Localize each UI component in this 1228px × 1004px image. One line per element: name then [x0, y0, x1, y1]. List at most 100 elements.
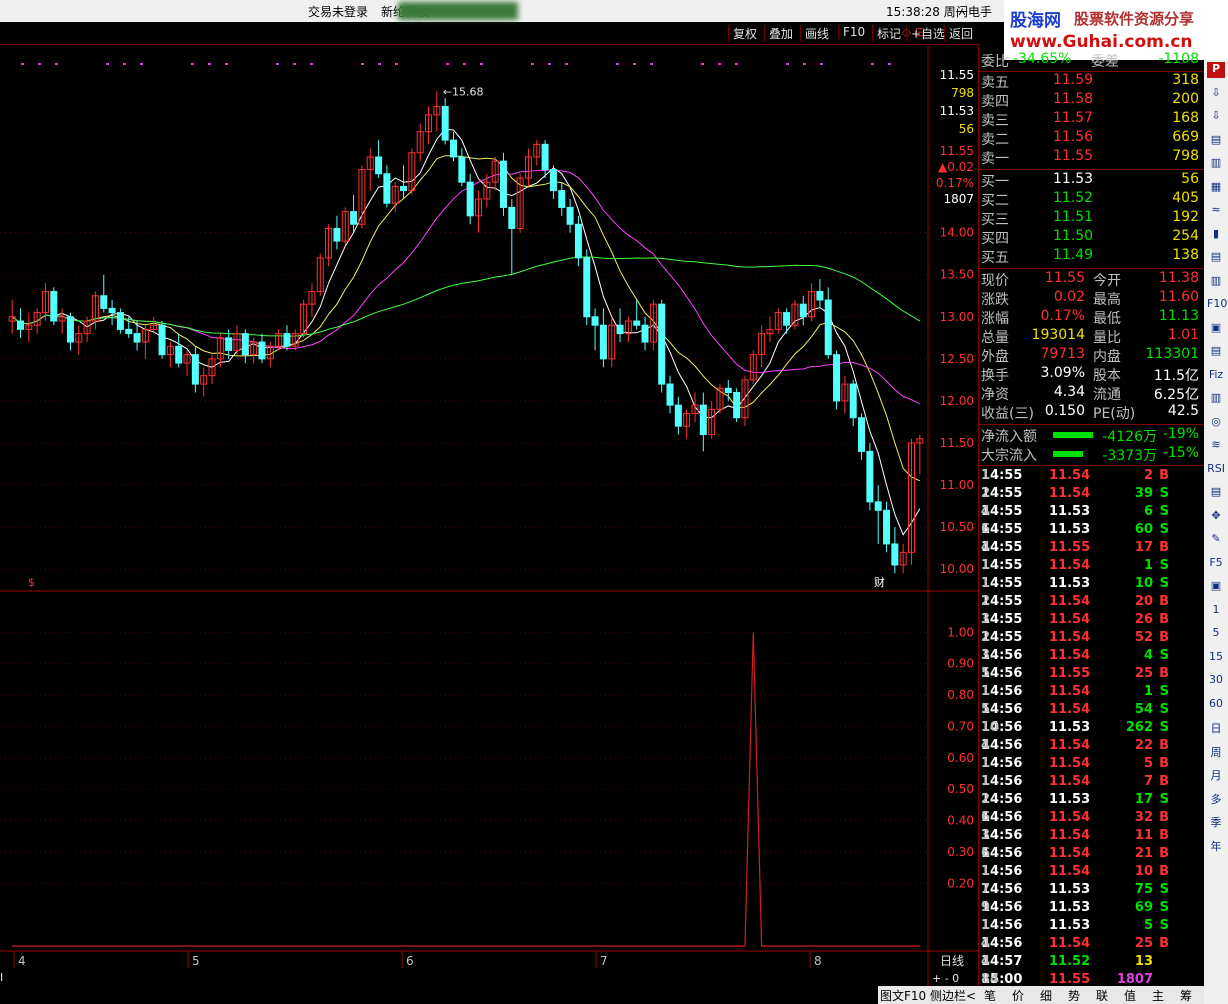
chart-toolbar: ◇ ⊟ 复权 叠加 画线 F10 标记 +自选 返回	[0, 22, 978, 45]
signal-dot	[293, 63, 296, 65]
tick-row: 14:56 11.54 7 B 1	[981, 774, 1203, 792]
f10-tab[interactable]: 图文F10	[880, 987, 926, 1004]
candle-body	[558, 190, 566, 208]
buy-label: 买五	[981, 250, 1009, 266]
side-icon-4[interactable]: ▥	[1207, 156, 1225, 172]
toolbar-button-4[interactable]: 标记	[872, 25, 905, 42]
side-icon-32[interactable]: 季	[1207, 814, 1225, 830]
signal-dot	[378, 63, 381, 65]
side-icon-14[interactable]: ▥	[1207, 391, 1225, 407]
bottom-tab-0[interactable]: 笔	[984, 987, 996, 1004]
bottom-tab-1[interactable]: 价	[1012, 987, 1024, 1004]
period-label[interactable]: 日线	[940, 954, 964, 968]
tick-count: 5	[981, 666, 991, 681]
side-icon-15[interactable]: ◎	[1207, 415, 1225, 431]
tick-count: 1	[981, 558, 991, 573]
sidebar-toggle[interactable]: 侧边栏<	[930, 987, 976, 1004]
bottom-tab-3[interactable]: 势	[1068, 987, 1080, 1004]
tick-row: 14:56 11.54 10 B 1	[981, 864, 1203, 882]
candle-body	[883, 509, 891, 545]
side-icon-2[interactable]: ⇩	[1207, 109, 1225, 125]
stat-row: 现价 11.55 今开 11.38	[981, 270, 1203, 289]
flow-bar	[1053, 451, 1083, 457]
side-icon-13[interactable]: Fiz	[1207, 368, 1225, 384]
side-icon-16[interactable]: ≋	[1207, 438, 1225, 454]
login-status[interactable]: 交易未登录	[308, 3, 368, 20]
tick-row: 14:56 11.53 75 S 7	[981, 882, 1203, 900]
side-icon-8[interactable]: ▤	[1207, 250, 1225, 266]
tick-count: 1	[981, 576, 991, 591]
candle-body	[574, 223, 582, 259]
bottom-tab-6[interactable]: 主	[1152, 987, 1164, 1004]
side-icon-6[interactable]: ≈	[1207, 203, 1225, 219]
flash-trade-button[interactable]: 闪电手	[956, 3, 992, 20]
toolbar-button-3[interactable]: F10	[838, 25, 869, 39]
toolbar-button-6[interactable]: 返回	[944, 25, 977, 42]
zoom-controls[interactable]: + - 0	[932, 972, 959, 985]
price-tick-label: 12.00	[940, 394, 974, 408]
signal-dot	[361, 63, 364, 65]
side-icon-22[interactable]: ▣	[1207, 579, 1225, 595]
side-icon-0[interactable]: P	[1207, 62, 1225, 78]
side-icon-12[interactable]: ▤	[1207, 344, 1225, 360]
buy-row: 买一 11.53 56	[981, 171, 1203, 190]
side-icon-5[interactable]: ▦	[1207, 180, 1225, 196]
bottom-tabs: 笔价细势联值主筹	[978, 986, 1204, 1004]
signal-dot	[786, 63, 789, 65]
tick-row: 14:56 11.53 69 S 9	[981, 900, 1203, 918]
side-icon-7[interactable]: ▮	[1207, 227, 1225, 243]
candle-body	[400, 185, 408, 192]
tick-row: 14:56 11.54 54 S 5	[981, 702, 1203, 720]
indicator-tick-label: 0.20	[947, 876, 974, 890]
buy-row: 买五 11.49 138	[981, 247, 1203, 266]
buy-price: 11.51	[1053, 209, 1094, 225]
candle-body	[241, 333, 249, 356]
tick-row: 14:55 11.54 2 B 1	[981, 468, 1203, 486]
toolbar-button-0[interactable]: 复权	[728, 25, 761, 42]
side-icon-30[interactable]: 月	[1207, 767, 1225, 783]
side-icon-17[interactable]: RSI	[1207, 462, 1225, 478]
tick-count: 1	[981, 756, 991, 771]
x-axis-label: 6	[406, 954, 414, 968]
indicator-tick-label: 0.60	[947, 751, 974, 765]
side-icon-18[interactable]: ▤	[1207, 485, 1225, 501]
side-icon-25[interactable]: 15	[1207, 650, 1225, 666]
toolbar-button-5[interactable]: +自选	[906, 25, 949, 42]
side-icon-23[interactable]: 1	[1207, 603, 1225, 619]
bottom-tab-5[interactable]: 值	[1124, 987, 1136, 1004]
side-icon-26[interactable]: 30	[1207, 673, 1225, 689]
separator	[979, 169, 1205, 170]
toolbar-button-2[interactable]: 画线	[800, 25, 833, 42]
signal-dot	[701, 63, 704, 65]
side-icon-11[interactable]: ▣	[1207, 321, 1225, 337]
bottom-tab-2[interactable]: 细	[1040, 987, 1052, 1004]
side-icon-1[interactable]: ⇩	[1207, 86, 1225, 102]
kline-chart[interactable]: 14.00 13.50 13.00 12.50 12.00 11.50 11.00 10.50…	[0, 46, 978, 986]
side-icon-27[interactable]: 60	[1207, 697, 1225, 713]
side-icon-19[interactable]: ✥	[1207, 509, 1225, 525]
sell-label: 卖二	[981, 132, 1009, 148]
bottom-tab-7[interactable]: 筹	[1180, 987, 1192, 1004]
side-icon-9[interactable]: ▥	[1207, 274, 1225, 290]
side-icon-10[interactable]: F10	[1207, 297, 1227, 313]
side-icon-29[interactable]: 周	[1207, 744, 1225, 760]
candle-body	[891, 543, 899, 566]
side-icon-31[interactable]: 多	[1207, 791, 1225, 807]
stat-label: 涨幅	[981, 311, 1009, 327]
tick-count: 4	[981, 954, 991, 969]
side-icon-24[interactable]: 5	[1207, 626, 1225, 642]
candle-body	[283, 333, 291, 347]
stat-value: 3.09%	[1040, 365, 1085, 381]
tick-count: 1	[981, 774, 991, 789]
candle-body	[641, 324, 649, 343]
stat-label: 外盘	[981, 349, 1009, 365]
toolbar-button-1[interactable]: 叠加	[764, 25, 797, 42]
tick-row: 14:55 11.53 60 S 6	[981, 522, 1203, 540]
bottom-tab-4[interactable]: 联	[1096, 987, 1108, 1004]
side-icon-20[interactable]: ✎	[1207, 532, 1225, 548]
side-icon-3[interactable]: ▤	[1207, 133, 1225, 149]
sell-volume: 200	[1172, 91, 1199, 107]
side-icon-21[interactable]: F5	[1207, 556, 1225, 572]
side-icon-28[interactable]: 日	[1207, 720, 1225, 736]
side-icon-33[interactable]: 年	[1207, 838, 1225, 854]
